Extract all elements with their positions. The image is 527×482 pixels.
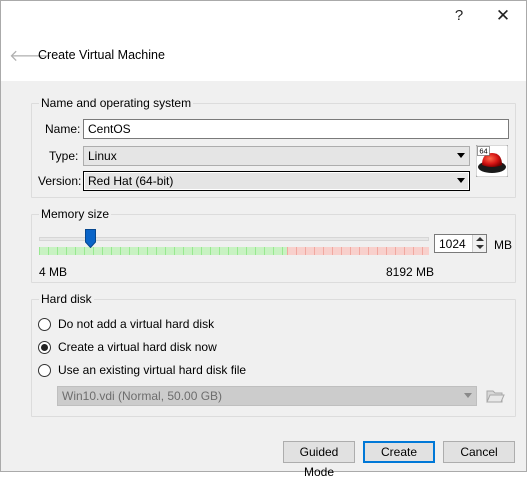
cancel-button[interactable]: Cancel	[443, 441, 515, 463]
version-label: Version:	[38, 174, 82, 188]
memory-slider-ticks	[39, 247, 429, 255]
name-os-group-title: Name and operating system	[39, 96, 194, 110]
memory-min-label: 4 MB	[39, 265, 68, 279]
close-button[interactable]: ✕	[483, 3, 523, 29]
name-label: Name:	[45, 122, 81, 136]
version-select[interactable]: Red Hat (64-bit)	[83, 171, 470, 191]
dialog-title: Create Virtual Machine	[38, 48, 165, 62]
name-field[interactable]: CentOS	[83, 119, 509, 139]
version-select-value: Red Hat (64-bit)	[88, 174, 174, 188]
os-badge: 64	[479, 147, 487, 156]
folder-open-icon	[485, 386, 505, 406]
memory-spinbox[interactable]: 1024	[434, 234, 487, 253]
memory-safe-range	[39, 247, 287, 255]
guided-mode-button[interactable]: Guided Mode	[283, 441, 355, 479]
memory-max-label: 8192 MB	[386, 265, 435, 279]
memory-unsafe-range	[287, 247, 429, 255]
hard-disk-group-title: Hard disk	[39, 292, 94, 306]
create-disk-label: Create a virtual hard disk now	[58, 340, 217, 354]
spin-up-icon[interactable]	[476, 237, 484, 241]
no-disk-radio[interactable]	[38, 318, 51, 331]
create-vm-dialog: ? ✕ 🡐 Create Virtual Machine Name and op…	[0, 0, 527, 479]
existing-disk-radio[interactable]	[38, 364, 51, 377]
chevron-down-icon	[464, 393, 472, 398]
memory-group-title: Memory size	[39, 207, 112, 221]
no-disk-label: Do not add a virtual hard disk	[58, 317, 215, 331]
memory-value: 1024	[439, 237, 466, 251]
existing-disk-select: Win10.vdi (Normal, 50.00 GB)	[57, 386, 477, 406]
chevron-down-icon	[457, 153, 465, 158]
spin-down-icon[interactable]	[476, 245, 484, 249]
memory-slider-thumb[interactable]	[85, 229, 96, 249]
title-bar: ? ✕	[1, 1, 526, 31]
create-disk-radio[interactable]	[38, 341, 51, 354]
type-select-value: Linux	[88, 149, 117, 163]
redhat-os-icon: 64	[475, 144, 509, 178]
existing-disk-label: Use an existing virtual hard disk file	[58, 363, 247, 377]
help-button[interactable]: ?	[439, 3, 479, 29]
type-label: Type:	[49, 149, 79, 163]
memory-slider-track[interactable]	[39, 237, 429, 241]
memory-unit: MB	[494, 238, 512, 252]
memory-spin-buttons[interactable]	[472, 235, 486, 252]
existing-disk-value: Win10.vdi (Normal, 50.00 GB)	[62, 389, 223, 403]
chevron-down-icon	[457, 178, 465, 183]
type-select[interactable]: Linux	[83, 146, 470, 166]
create-button[interactable]: Create	[363, 441, 435, 463]
